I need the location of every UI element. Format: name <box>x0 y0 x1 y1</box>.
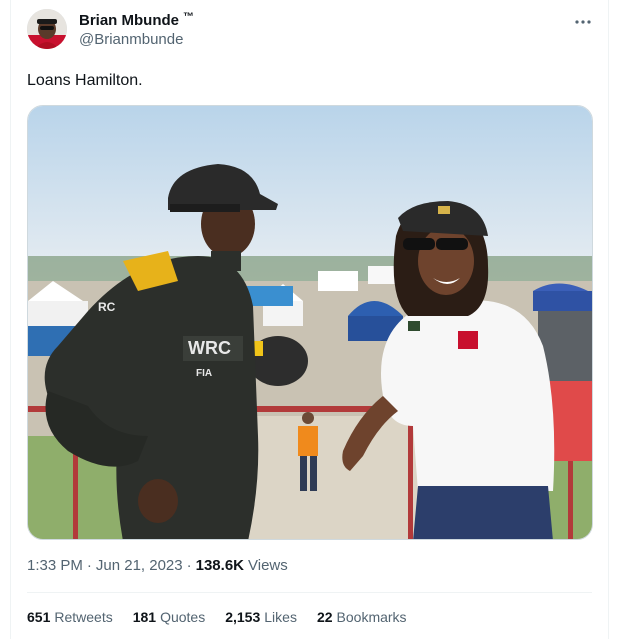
stat-count: 181 <box>132 609 157 625</box>
views-label: Views <box>248 557 288 574</box>
stat-count: 22 <box>316 609 333 625</box>
trademark-mark: ™ <box>183 11 194 23</box>
tweet-meta: 1:33 PM · Jun 21, 2023 · 138.6K Views <box>27 557 288 574</box>
meta-separator-2: · <box>186 557 192 574</box>
stat-label: Retweets <box>54 609 113 625</box>
author-handle[interactable]: @Brianmbunde <box>79 31 194 48</box>
suit-logo-wrc: WRC <box>188 338 231 358</box>
tweet-card: Brian Mbunde ™ @Brianmbunde Loans Hamilt… <box>10 0 609 639</box>
stat-label: Bookmarks <box>336 609 407 625</box>
photo-illustration: WRC FIA RC <box>28 106 592 539</box>
views-count: 138.6K <box>195 557 244 574</box>
quotes-stat[interactable]: 181 Quotes <box>133 609 206 625</box>
tweet-text: Loans Hamilton. <box>27 72 143 89</box>
avatar-image <box>27 9 67 49</box>
tweet-time[interactable]: 1:33 PM <box>27 557 83 574</box>
sleeve-logo-rc: RC <box>98 300 116 314</box>
likes-stat[interactable]: 2,153 Likes <box>225 609 297 625</box>
more-horizontal-icon[interactable] <box>572 14 594 30</box>
meta-separator: · <box>86 557 92 574</box>
tweet-photo[interactable]: WRC FIA RC <box>27 105 593 540</box>
engagement-stats: 651 Retweets 181 Quotes 2,153 Likes 22 B… <box>27 609 407 625</box>
suit-logo-fia: FIA <box>196 368 212 379</box>
stat-label: Likes <box>264 609 297 625</box>
retweets-stat[interactable]: 651 Retweets <box>27 609 113 625</box>
tweet-date[interactable]: Jun 21, 2023 <box>96 557 183 574</box>
divider <box>27 592 592 593</box>
author-block: Brian Mbunde ™ @Brianmbunde <box>79 10 194 48</box>
stat-count: 2,153 <box>225 609 261 625</box>
stat-count: 651 <box>27 609 51 625</box>
stat-label: Quotes <box>160 609 206 625</box>
name-row: Brian Mbunde ™ <box>79 10 194 30</box>
avatar[interactable] <box>27 9 67 49</box>
author-name[interactable]: Brian Mbunde <box>79 12 179 29</box>
bookmarks-stat[interactable]: 22 Bookmarks <box>317 609 407 625</box>
